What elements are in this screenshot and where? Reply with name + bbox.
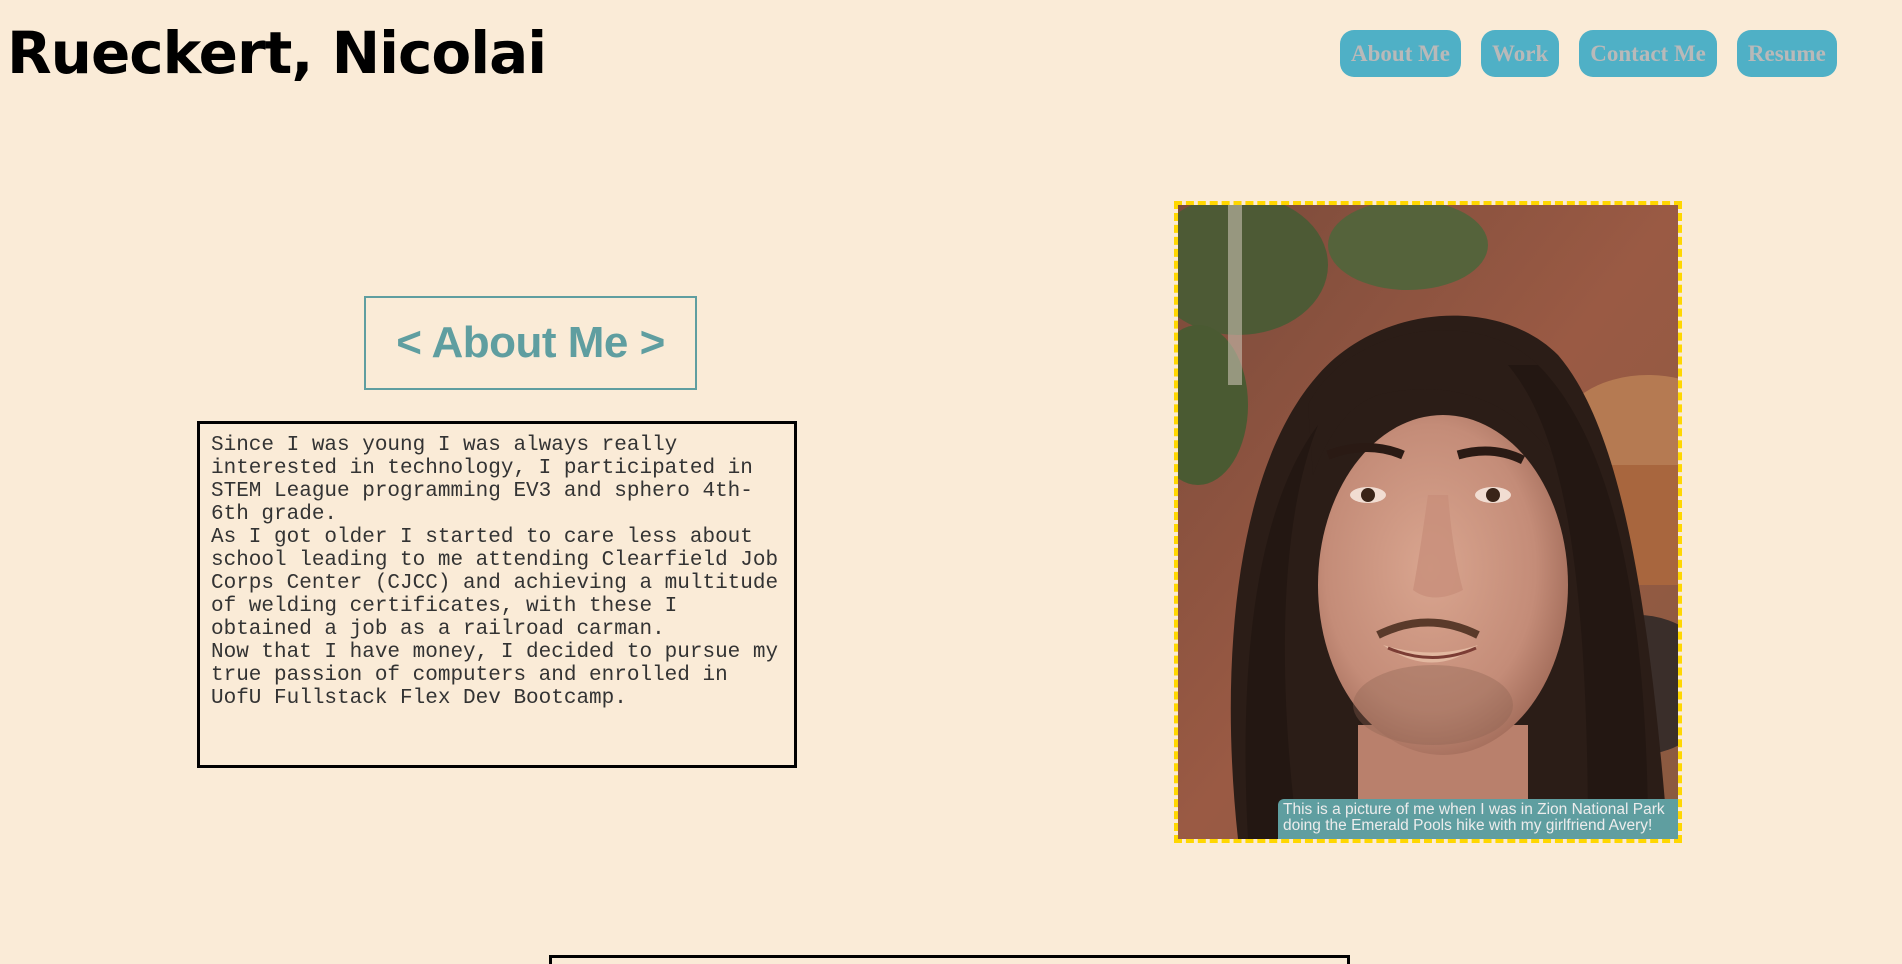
next-section-box bbox=[549, 955, 1350, 964]
bio-paragraph: As I got older I started to care less ab… bbox=[211, 526, 779, 641]
about-me-bio: Since I was young I was always really in… bbox=[197, 421, 797, 768]
bio-paragraph: Since I was young I was always really in… bbox=[211, 434, 753, 526]
profile-photo bbox=[1178, 205, 1678, 839]
photo-caption: This is a picture of me when I was in Zi… bbox=[1278, 799, 1678, 839]
nav-work-button[interactable]: Work bbox=[1481, 30, 1560, 77]
nav-contact-me-button[interactable]: Contact Me bbox=[1579, 30, 1717, 77]
about-me-heading: < About Me > bbox=[364, 296, 697, 390]
site-title: Rueckert, Nicolai bbox=[7, 19, 547, 87]
profile-photo-frame: This is a picture of me when I was in Zi… bbox=[1174, 201, 1682, 843]
main-nav: About Me Work Contact Me Resume bbox=[1340, 30, 1837, 77]
nav-resume-button[interactable]: Resume bbox=[1736, 30, 1837, 77]
nav-about-me-button[interactable]: About Me bbox=[1340, 30, 1462, 77]
bio-paragraph: Now that I have money, I decided to purs… bbox=[211, 641, 779, 710]
